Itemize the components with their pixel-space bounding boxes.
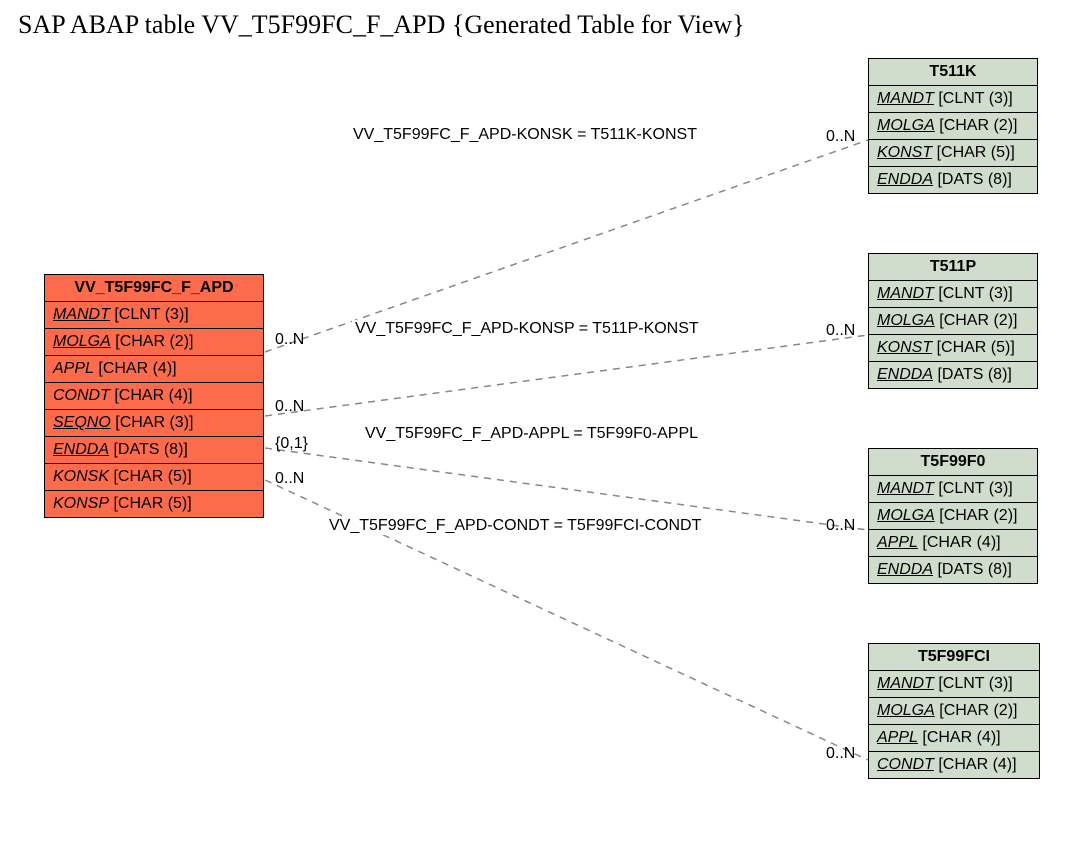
entity-t511k-header: T511K — [869, 59, 1037, 86]
entity-t511k: T511K MANDT [CLNT (3)] MOLGA [CHAR (2)] … — [868, 58, 1038, 194]
card-left-3: {0,1} — [275, 435, 308, 453]
entity-field: ENDDA [DATS (8)] — [869, 362, 1037, 388]
entity-field: ENDDA [DATS (8)] — [869, 167, 1037, 193]
entity-field: KONSP [CHAR (5)] — [45, 491, 263, 517]
entity-field: CONDT [CHAR (4)] — [869, 752, 1039, 778]
entity-field: MOLGA [CHAR (2)] — [869, 113, 1037, 140]
entity-field: APPL [CHAR (4)] — [45, 356, 263, 383]
card-right-4: 0..N — [826, 745, 855, 763]
card-left-4: 0..N — [275, 470, 304, 488]
card-right-1: 0..N — [826, 128, 855, 146]
entity-field: APPL [CHAR (4)] — [869, 530, 1037, 557]
entity-t5f99f0-header: T5F99F0 — [869, 449, 1037, 476]
page-title: SAP ABAP table VV_T5F99FC_F_APD {Generat… — [18, 10, 745, 40]
card-right-2: 0..N — [826, 322, 855, 340]
rel-label-4: VV_T5F99FC_F_APD-CONDT = T5F99FCI-CONDT — [326, 517, 704, 535]
entity-field: MANDT [CLNT (3)] — [869, 476, 1037, 503]
entity-field: MOLGA [CHAR (2)] — [45, 329, 263, 356]
entity-field: KONSK [CHAR (5)] — [45, 464, 263, 491]
entity-field: MANDT [CLNT (3)] — [869, 671, 1039, 698]
entity-field: ENDDA [DATS (8)] — [45, 437, 263, 464]
card-right-3: 0..N — [826, 517, 855, 535]
entity-field: MANDT [CLNT (3)] — [869, 86, 1037, 113]
entity-t5f99f0: T5F99F0 MANDT [CLNT (3)] MOLGA [CHAR (2)… — [868, 448, 1038, 584]
entity-t511p: T511P MANDT [CLNT (3)] MOLGA [CHAR (2)] … — [868, 253, 1038, 389]
entity-t5f99fci: T5F99FCI MANDT [CLNT (3)] MOLGA [CHAR (2… — [868, 643, 1040, 779]
rel-label-2: VV_T5F99FC_F_APD-KONSP = T511P-KONST — [352, 320, 702, 338]
entity-field: KONST [CHAR (5)] — [869, 140, 1037, 167]
entity-t5f99fci-header: T5F99FCI — [869, 644, 1039, 671]
entity-field: KONST [CHAR (5)] — [869, 335, 1037, 362]
entity-main: VV_T5F99FC_F_APD MANDT [CLNT (3)] MOLGA … — [44, 274, 264, 518]
entity-field: ENDDA [DATS (8)] — [869, 557, 1037, 583]
rel-label-1: VV_T5F99FC_F_APD-KONSK = T511K-KONST — [350, 126, 700, 144]
entity-main-header: VV_T5F99FC_F_APD — [45, 275, 263, 302]
entity-field: SEQNO [CHAR (3)] — [45, 410, 263, 437]
entity-field: MOLGA [CHAR (2)] — [869, 308, 1037, 335]
card-left-2: 0..N — [275, 398, 304, 416]
entity-field: MANDT [CLNT (3)] — [45, 302, 263, 329]
entity-field: APPL [CHAR (4)] — [869, 725, 1039, 752]
entity-field: CONDT [CHAR (4)] — [45, 383, 263, 410]
entity-field: MOLGA [CHAR (2)] — [869, 503, 1037, 530]
entity-t511p-header: T511P — [869, 254, 1037, 281]
entity-field: MOLGA [CHAR (2)] — [869, 698, 1039, 725]
entity-field: MANDT [CLNT (3)] — [869, 281, 1037, 308]
card-left-1: 0..N — [275, 331, 304, 349]
rel-label-3: VV_T5F99FC_F_APD-APPL = T5F99F0-APPL — [362, 425, 701, 443]
